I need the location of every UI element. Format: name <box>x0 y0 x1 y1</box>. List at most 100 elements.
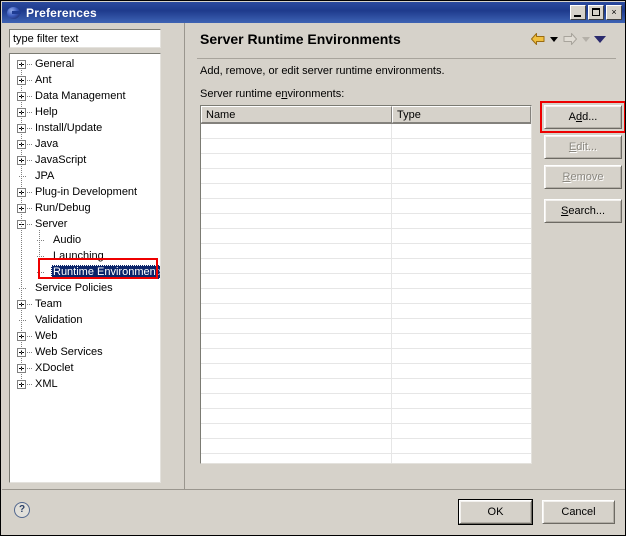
sidebar-item-label: Launching <box>53 250 104 262</box>
table-action-buttons: Add... Edit... Remove Search... <box>540 101 625 229</box>
sidebar-item-label: Web Services <box>35 346 103 358</box>
table-cell-type <box>392 394 531 408</box>
sidebar-item-java[interactable]: Java <box>10 137 160 153</box>
sidebar-item-service-policies[interactable]: Service Policies <box>10 281 160 297</box>
preferences-dialog: Preferences × General Ant Data Management H… <box>0 0 626 536</box>
table-cell-type <box>392 214 531 228</box>
table-row[interactable] <box>201 169 531 184</box>
tree-connector <box>27 96 32 97</box>
sidebar-item-xml[interactable]: XML <box>10 377 160 393</box>
table-row[interactable] <box>201 334 531 349</box>
arrow-left-icon[interactable] <box>530 32 546 46</box>
sidebar-item-launching[interactable]: Launching <box>10 249 160 265</box>
tree-connector <box>27 208 32 209</box>
sidebar-item-install-update[interactable]: Install/Update <box>10 121 160 137</box>
maximize-icon[interactable] <box>588 5 604 20</box>
table-row[interactable] <box>201 379 531 394</box>
sidebar-item-runtime-environments[interactable]: Runtime Environments <box>10 265 160 281</box>
ok-button[interactable]: OK <box>458 499 533 525</box>
sidebar-item-server[interactable]: Server <box>10 217 160 233</box>
table-row[interactable] <box>201 349 531 364</box>
table-row[interactable] <box>201 199 531 214</box>
sidebar-item-general[interactable]: General <box>10 57 160 73</box>
window-controls: × <box>570 5 622 20</box>
table-row[interactable] <box>201 139 531 154</box>
table-row[interactable] <box>201 289 531 304</box>
table-row[interactable] <box>201 244 531 259</box>
sidebar-item-help[interactable]: Help <box>10 105 160 121</box>
arrow-right-icon <box>562 32 578 46</box>
sidebar-item-ant[interactable]: Ant <box>10 73 160 89</box>
sidebar-item-data-management[interactable]: Data Management <box>10 89 160 105</box>
table-body[interactable] <box>201 124 531 463</box>
sidebar-item-javascript[interactable]: JavaScript <box>10 153 160 169</box>
pane-divider[interactable] <box>182 23 192 489</box>
tree-connector <box>27 80 32 81</box>
sidebar-item-label: Java <box>35 138 59 150</box>
table-cell-name <box>201 319 392 333</box>
table-row[interactable] <box>201 319 531 334</box>
help-icon[interactable]: ? <box>14 502 30 518</box>
table-header-row: Name Type <box>201 106 531 124</box>
close-icon[interactable]: × <box>606 5 622 20</box>
preference-page: Server Runtime Environments Add, remove,… <box>192 23 625 489</box>
table-cell-name <box>201 364 392 378</box>
remove-button: Remove <box>544 165 622 189</box>
table-cell-type <box>392 439 531 453</box>
sidebar-item-jpa[interactable]: JPA <box>10 169 160 185</box>
sidebar-item-xdoclet[interactable]: XDoclet <box>10 361 160 377</box>
sidebar-item-label: JPA <box>35 170 55 182</box>
sidebar-item-label: Team <box>35 298 62 310</box>
table-row[interactable] <box>201 409 531 424</box>
sidebar-item-team[interactable]: Team <box>10 297 160 313</box>
table-row[interactable] <box>201 364 531 379</box>
table-row[interactable] <box>201 124 531 139</box>
table-cell-name <box>201 199 392 213</box>
sidebar-item-label: Server <box>35 218 68 230</box>
button-label-after: earch... <box>568 205 606 217</box>
table-cell-type <box>392 319 531 333</box>
table-cell-name <box>201 424 392 438</box>
tree-connector <box>27 192 32 193</box>
table-cell-name <box>201 154 392 168</box>
sidebar-item-plug-in-development[interactable]: Plug-in Development <box>10 185 160 201</box>
sidebar-item-label: Web <box>35 330 58 342</box>
sidebar-item-run-debug[interactable]: Run/Debug <box>10 201 160 217</box>
table-row[interactable] <box>201 184 531 199</box>
cancel-button[interactable]: Cancel <box>542 500 615 524</box>
add-button[interactable]: Add... <box>544 105 622 129</box>
table-row[interactable] <box>201 424 531 439</box>
table-column-header[interactable]: Type <box>392 106 531 123</box>
table-row[interactable] <box>201 154 531 169</box>
table-cell-name <box>201 169 392 183</box>
table-row[interactable] <box>201 439 531 454</box>
table-row[interactable] <box>201 304 531 319</box>
table-cell-type <box>392 454 531 463</box>
sidebar-item-web-services[interactable]: Web Services <box>10 345 160 361</box>
table-cell-type <box>392 409 531 423</box>
table-row[interactable] <box>201 229 531 244</box>
table-cell-type <box>392 274 531 288</box>
search-button[interactable]: Search... <box>544 199 622 223</box>
chevron-down-icon[interactable] <box>550 36 558 42</box>
sidebar-item-label: Run/Debug <box>35 202 91 214</box>
sidebar-item-web[interactable]: Web <box>10 329 160 345</box>
eclipse-sphere-icon <box>6 5 22 21</box>
preferences-tree[interactable]: General Ant Data Management Help Install/Upd… <box>9 53 161 483</box>
table-row[interactable] <box>201 214 531 229</box>
dialog-footer: ? OK Cancel <box>2 489 625 535</box>
sidebar-item-label: Data Management <box>35 90 126 102</box>
sidebar-item-audio[interactable]: Audio <box>10 233 160 249</box>
chevron-down-menu-icon[interactable] <box>594 35 606 43</box>
table-column-header[interactable]: Name <box>201 106 392 123</box>
minimize-icon[interactable] <box>570 5 586 20</box>
table-row[interactable] <box>201 274 531 289</box>
table-row[interactable] <box>201 259 531 274</box>
table-row[interactable] <box>201 394 531 409</box>
sidebar-item-validation[interactable]: Validation <box>10 313 160 329</box>
runtime-environments-table[interactable]: Name Type <box>200 105 532 464</box>
table-row[interactable] <box>201 454 531 463</box>
table-label: Server runtime environments: <box>200 88 344 100</box>
tree-connector <box>27 336 32 337</box>
search-input[interactable] <box>9 29 161 48</box>
